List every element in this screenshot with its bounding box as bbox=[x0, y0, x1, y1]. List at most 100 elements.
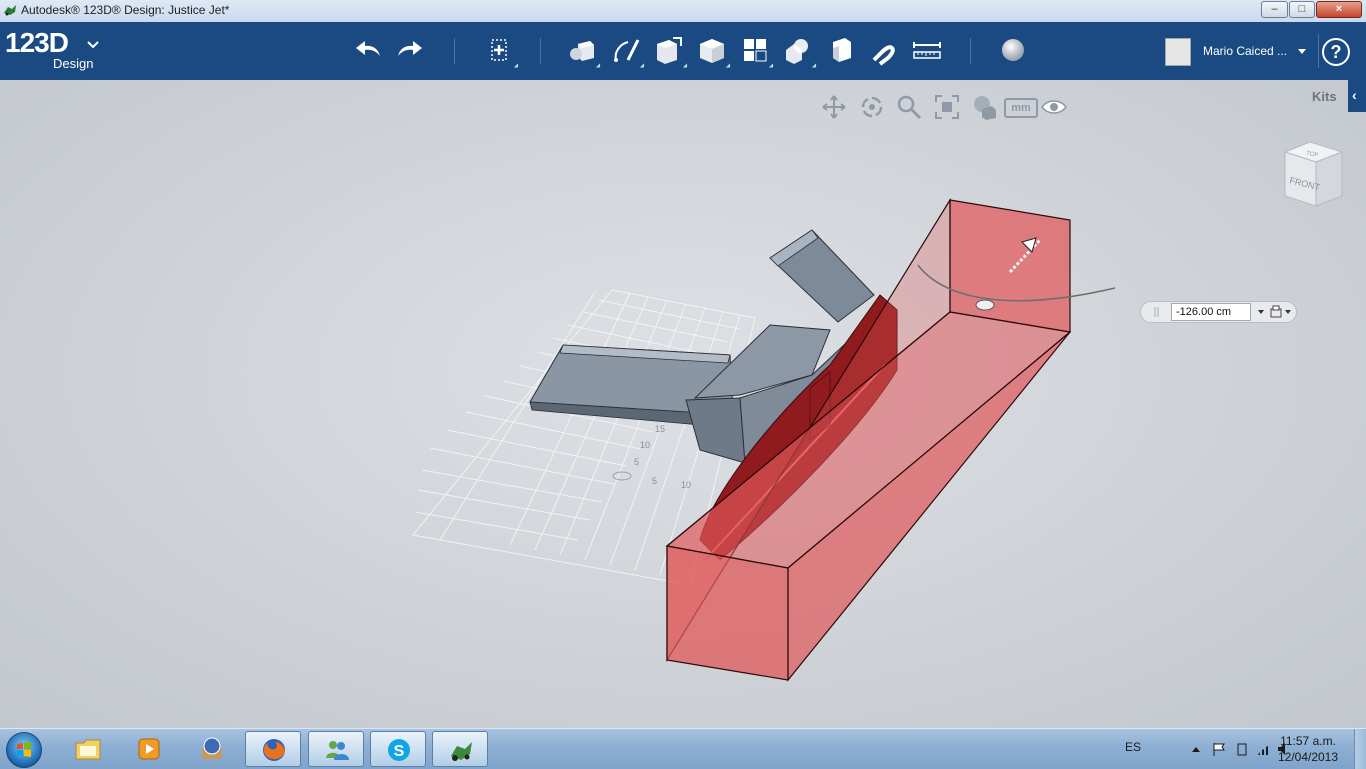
action-center-flag-icon bbox=[1213, 743, 1225, 756]
snap-dropdown-caret-icon[interactable] bbox=[1285, 310, 1291, 314]
skype-taskbar[interactable]: S bbox=[370, 731, 426, 767]
construct-button[interactable] bbox=[653, 34, 690, 70]
value-dropdown-caret-icon[interactable] bbox=[1258, 310, 1264, 314]
pan-tool[interactable] bbox=[820, 93, 848, 121]
toolbar-separator bbox=[1318, 34, 1319, 68]
close-button[interactable]: × bbox=[1316, 1, 1362, 18]
clock-date: 12/04/2013 bbox=[1277, 750, 1339, 764]
toolbar-separator bbox=[970, 38, 971, 64]
modify-cube-icon bbox=[700, 39, 724, 63]
snap-settings-icon[interactable] bbox=[1269, 305, 1283, 319]
logo-number: 123D bbox=[5, 27, 69, 58]
media-player-taskbar[interactable] bbox=[121, 731, 177, 767]
visual-style-tool[interactable] bbox=[970, 93, 998, 121]
grid-label: 5 bbox=[634, 457, 639, 467]
maximize-button[interactable]: □ bbox=[1289, 1, 1315, 18]
rotation-handle[interactable] bbox=[975, 299, 995, 311]
app-icon bbox=[4, 5, 16, 16]
toolbar-separator bbox=[540, 38, 541, 64]
system-clock[interactable]: 11:57 a.m. 12/04/2013 bbox=[1272, 733, 1344, 765]
measure-button[interactable] bbox=[911, 34, 943, 66]
show-hidden-icons-icon bbox=[1192, 747, 1200, 752]
eye-icon bbox=[1041, 100, 1067, 114]
primitives-button[interactable] bbox=[566, 34, 603, 70]
grid-label: 10 bbox=[640, 440, 650, 450]
toolbar-separator bbox=[454, 38, 455, 64]
start-button[interactable] bbox=[6, 732, 42, 768]
123d-app-icon bbox=[451, 742, 472, 761]
undo-button[interactable] bbox=[352, 34, 384, 66]
grid-labels: 15 10 5 10 5 bbox=[634, 424, 691, 490]
language-indicator[interactable]: ES bbox=[1125, 740, 1141, 754]
explorer-taskbar[interactable] bbox=[60, 731, 116, 767]
redo-arrow-icon bbox=[398, 41, 422, 56]
snap-button[interactable] bbox=[868, 34, 900, 66]
chevron-left-icon: ‹ bbox=[1352, 87, 1357, 103]
clock-time: 11:57 a.m. bbox=[1280, 734, 1336, 748]
firefox-icon bbox=[263, 739, 285, 761]
kits-panel-toggle[interactable]: ‹ bbox=[1348, 80, 1366, 112]
sketch-button[interactable] bbox=[610, 34, 647, 70]
scene-canvas[interactable]: 15 10 5 10 5 bbox=[0, 80, 1366, 728]
pan-icon bbox=[822, 95, 846, 119]
view-cube[interactable]: TOP FRONT bbox=[1280, 140, 1350, 212]
sphere-icon bbox=[1002, 39, 1024, 61]
zoom-icon bbox=[897, 95, 922, 120]
skype-icon: S bbox=[388, 739, 410, 761]
zoom-tool[interactable] bbox=[895, 93, 923, 121]
close-icon: × bbox=[1335, 3, 1343, 15]
redo-button[interactable] bbox=[394, 34, 426, 66]
primitives-icon bbox=[570, 41, 594, 61]
grid-label: 5 bbox=[652, 476, 657, 486]
transform-button[interactable] bbox=[484, 34, 521, 70]
app-logo-menu[interactable]: 123D Design bbox=[5, 27, 99, 71]
fit-tool[interactable] bbox=[933, 93, 961, 121]
fit-icon bbox=[935, 95, 959, 119]
123d-taskbar[interactable] bbox=[432, 731, 488, 767]
grip-icon bbox=[1154, 307, 1159, 317]
construct-icon bbox=[657, 37, 682, 64]
visibility-tool[interactable] bbox=[1040, 93, 1068, 121]
firefox-taskbar[interactable] bbox=[245, 731, 301, 767]
grid-label: 10 bbox=[681, 480, 691, 490]
orbit-tool[interactable] bbox=[858, 93, 886, 121]
avatar bbox=[1165, 38, 1191, 66]
messenger-icon bbox=[326, 741, 349, 760]
units-tool[interactable]: mm bbox=[1004, 93, 1038, 121]
games-taskbar[interactable] bbox=[184, 731, 240, 767]
undo-arrow-icon bbox=[356, 41, 380, 56]
sketch-pen-icon bbox=[614, 39, 640, 62]
svg-text:S: S bbox=[394, 743, 405, 760]
combine-button[interactable] bbox=[825, 34, 857, 66]
minimize-icon: – bbox=[1271, 3, 1278, 15]
power-icon bbox=[1237, 743, 1247, 756]
logo-subtitle: Design bbox=[53, 56, 94, 71]
material-button[interactable] bbox=[997, 34, 1029, 66]
title-bar: Autodesk® 123D® Design: Justice Jet* – □… bbox=[0, 0, 1366, 23]
magnet-icon bbox=[872, 45, 895, 66]
windows-logo-icon bbox=[17, 742, 31, 757]
help-button[interactable]: ? bbox=[1322, 38, 1350, 66]
user-name: Mario Caiced ... bbox=[1203, 44, 1288, 58]
chevron-down-icon bbox=[87, 41, 99, 49]
modify-button[interactable] bbox=[696, 34, 733, 70]
origin-marker bbox=[612, 471, 632, 481]
rotation-value-box bbox=[1140, 301, 1297, 323]
pattern-button[interactable] bbox=[739, 34, 776, 70]
messenger-taskbar[interactable] bbox=[308, 731, 364, 767]
main-toolbar: 123D Design Mario Caiced ... ? bbox=[0, 22, 1366, 80]
orbit-icon bbox=[861, 96, 883, 118]
kits-label[interactable]: Kits bbox=[1312, 89, 1337, 104]
windows-taskbar: S ES 11:57 a.m. 12/04/2013 bbox=[0, 728, 1366, 769]
grouping-button[interactable] bbox=[782, 34, 819, 70]
network-icon bbox=[1258, 746, 1268, 755]
units-label: mm bbox=[1004, 98, 1038, 118]
window-title: Autodesk® 123D® Design: Justice Jet* bbox=[21, 3, 230, 17]
move-icon bbox=[491, 39, 507, 61]
3d-viewport[interactable]: 15 10 5 10 5 mm Kits ‹ TOP FRONT -126.00… bbox=[0, 80, 1366, 728]
rotation-value-input[interactable] bbox=[1171, 303, 1251, 321]
show-desktop-button[interactable] bbox=[1354, 729, 1366, 769]
pattern-grid-icon bbox=[744, 39, 767, 62]
minimize-button[interactable]: – bbox=[1261, 1, 1288, 18]
ruler-icon bbox=[913, 42, 941, 59]
